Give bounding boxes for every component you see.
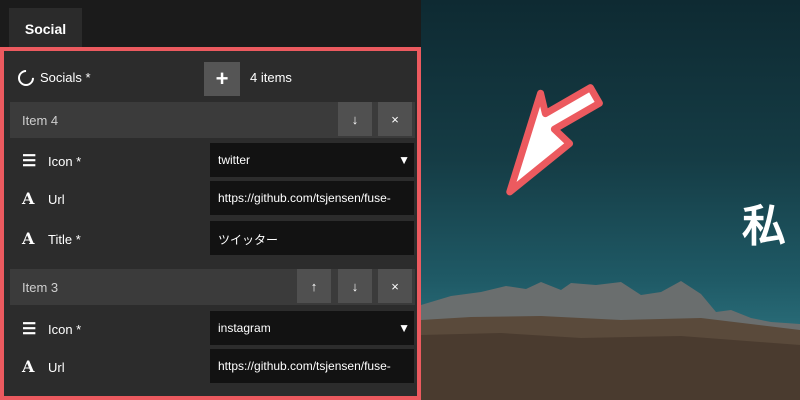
field-label: Icon * <box>48 154 82 169</box>
item-title: Item 4 <box>22 113 59 128</box>
section-label: Socials * <box>40 70 91 85</box>
field-label: Url <box>48 360 65 375</box>
item-header: Item 4 ↓ × <box>10 102 415 138</box>
title-input[interactable]: ツイッター <box>210 221 414 255</box>
add-item-button[interactable]: + <box>204 62 240 96</box>
hero-text: 私 <box>742 202 786 251</box>
move-down-button[interactable]: ↓ <box>338 102 372 136</box>
icon-field: ☰ Icon * instagram ▼ <box>10 311 415 349</box>
socials-section-header: Socials * + 4 items <box>10 57 415 97</box>
icon-select[interactable]: instagram ▼ <box>210 311 414 345</box>
list-icon: ☰ <box>22 151 37 170</box>
url-field: A Url https://github.com/tsjensen/fuse- <box>10 181 415 219</box>
field-label: Title * <box>48 232 81 247</box>
icon-field: ☰ Icon * twitter ▼ <box>10 143 415 181</box>
select-value: twitter <box>218 153 251 167</box>
remove-item-button[interactable]: × <box>378 269 412 303</box>
editor-sidebar: Social Socials * + 4 items Item 4 ↓ × ☰ … <box>0 0 421 400</box>
title-field: A Title * ツイッター <box>10 221 415 259</box>
icon-select[interactable]: twitter ▼ <box>210 143 414 177</box>
item-count: 4 items <box>250 70 292 85</box>
move-up-button[interactable]: ↑ <box>297 269 331 303</box>
item-header: Item 3 ↑ ↓ × <box>10 269 415 305</box>
url-input[interactable]: https://github.com/tsjensen/fuse- <box>210 349 414 383</box>
move-down-button[interactable]: ↓ <box>338 269 372 303</box>
text-icon: A <box>22 357 35 376</box>
socials-panel: Socials * + 4 items Item 4 ↓ × ☰ Icon * … <box>0 47 421 400</box>
tab-social[interactable]: Social <box>9 8 82 50</box>
chevron-down-icon: ▼ <box>398 321 410 335</box>
field-label: Icon * <box>48 322 82 337</box>
remove-item-button[interactable]: × <box>378 102 412 136</box>
list-icon: ☰ <box>22 319 37 338</box>
chevron-down-icon: ▼ <box>398 153 410 167</box>
url-input[interactable]: https://github.com/tsjensen/fuse- <box>210 181 414 215</box>
text-icon: A <box>22 189 35 208</box>
text-icon: A <box>22 229 35 248</box>
item-title: Item 3 <box>22 280 59 295</box>
loading-icon <box>14 66 38 90</box>
url-field: A Url https://github.com/tsjensen/fuse- <box>10 349 415 387</box>
field-label: Url <box>48 192 65 207</box>
select-value: instagram <box>218 321 271 335</box>
